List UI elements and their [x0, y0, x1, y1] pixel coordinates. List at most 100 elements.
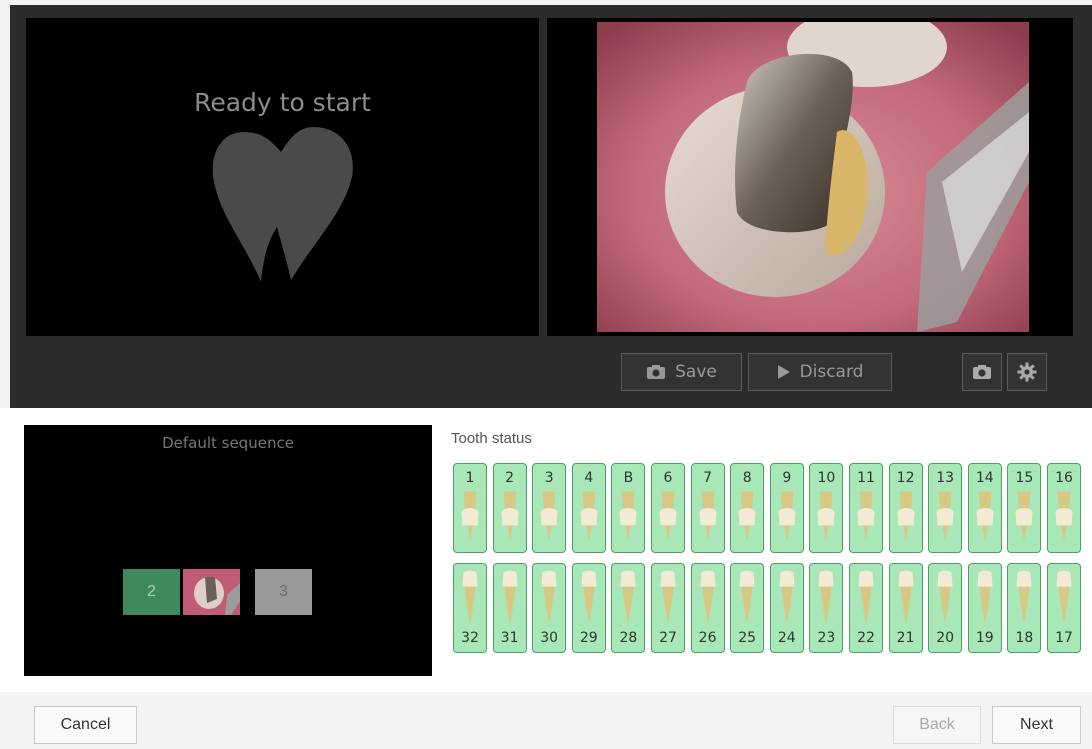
tooth-number: 20 — [936, 630, 955, 646]
tooth-29[interactable]: 29 — [571, 563, 606, 653]
tooth-icon — [1015, 491, 1033, 541]
tooth-26[interactable]: 26 — [690, 563, 725, 653]
tooth-icon — [620, 570, 636, 625]
back-button[interactable]: Back — [893, 706, 981, 744]
sequence-thumbnail[interactable] — [183, 569, 240, 615]
tooth-24[interactable]: 24 — [769, 563, 804, 653]
tooth-12[interactable]: 12 — [888, 463, 923, 553]
tooth-icon — [857, 491, 875, 541]
discard-button[interactable]: Discard — [748, 353, 892, 391]
tooth-number: 22 — [857, 630, 875, 646]
tooth-icon — [580, 491, 598, 541]
tooth-4[interactable]: 4 — [571, 463, 606, 553]
settings-button[interactable] — [1007, 353, 1047, 391]
tooth-icon — [660, 570, 676, 625]
save-button[interactable]: Save — [621, 353, 742, 391]
tooth-27[interactable]: 27 — [651, 563, 685, 653]
intraoral-photo — [597, 22, 1029, 332]
tooth-icon — [541, 570, 557, 625]
tooth-11[interactable]: 11 — [849, 463, 883, 553]
tooth-B[interactable]: B — [611, 463, 646, 553]
tooth-3[interactable]: 3 — [532, 463, 567, 553]
tooth-number: 14 — [975, 470, 994, 486]
sequence-item[interactable]: 2 — [123, 569, 180, 615]
tooth-number: 27 — [659, 630, 677, 646]
tooth-number: 13 — [936, 470, 955, 486]
tooth-icon — [897, 491, 915, 541]
tooth-number: 32 — [461, 630, 479, 646]
tooth-number: 24 — [777, 630, 796, 646]
tooth-21[interactable]: 21 — [888, 563, 923, 653]
play-icon — [777, 365, 790, 379]
tooth-22[interactable]: 22 — [849, 563, 883, 653]
tooth-7[interactable]: 7 — [690, 463, 725, 553]
live-preview-pane: Ready to start — [26, 18, 539, 336]
cancel-button[interactable]: Cancel — [34, 706, 137, 744]
tooth-icon — [581, 570, 597, 625]
tooth-30[interactable]: 30 — [532, 563, 567, 653]
tooth-15[interactable]: 15 — [1007, 463, 1042, 553]
tooth-icon — [936, 491, 954, 541]
tooth-8[interactable]: 8 — [730, 463, 765, 553]
tooth-32[interactable]: 32 — [453, 563, 487, 653]
tooth-19[interactable]: 19 — [967, 563, 1002, 653]
tooth-9[interactable]: 9 — [769, 463, 804, 553]
tooth-number: 2 — [505, 470, 515, 486]
gear-icon — [1017, 362, 1037, 382]
tooth-14[interactable]: 14 — [967, 463, 1002, 553]
tooth-icon — [858, 570, 874, 625]
tooth-icon — [977, 570, 993, 625]
tooth-icon — [659, 491, 677, 541]
tooth-number: 28 — [619, 630, 638, 646]
tooth-20[interactable]: 20 — [928, 563, 963, 653]
tooth-icon — [699, 491, 717, 541]
tooth-number: 7 — [703, 470, 713, 486]
tooth-number: 26 — [698, 630, 717, 646]
tooth-icon — [501, 491, 519, 541]
discard-label: Discard — [799, 362, 864, 382]
tooth-logo-icon — [212, 127, 353, 282]
tooth-icon — [462, 570, 478, 625]
tooth-icon — [738, 491, 756, 541]
tooth-1[interactable]: 1 — [453, 463, 487, 553]
save-label: Save — [675, 362, 717, 382]
tooth-icon — [818, 570, 834, 625]
tooth-number: B — [623, 470, 634, 486]
tooth-number: 31 — [500, 630, 519, 646]
tooth-number: 23 — [817, 630, 836, 646]
tooth-16[interactable]: 16 — [1047, 463, 1081, 553]
capture-button[interactable] — [962, 353, 1002, 391]
tooth-number: 4 — [584, 470, 594, 486]
tooth-icon — [1056, 570, 1072, 625]
footer: Cancel Back Next — [0, 692, 1092, 749]
next-button[interactable]: Next — [992, 706, 1081, 744]
tooth-number: 9 — [782, 470, 792, 486]
tooth-icon — [778, 491, 796, 541]
tooth-icon — [1016, 570, 1032, 625]
tooth-icon — [937, 570, 953, 625]
tooth-10[interactable]: 10 — [809, 463, 844, 553]
tooth-number: 8 — [742, 470, 752, 486]
tooth-17[interactable]: 17 — [1047, 563, 1081, 653]
tooth-number: 25 — [738, 630, 757, 646]
tooth-13[interactable]: 13 — [928, 463, 963, 553]
camera-icon — [647, 365, 666, 379]
tooth-number: 12 — [896, 470, 915, 486]
sequence-item[interactable]: 3 — [255, 569, 312, 615]
tooth-icon — [976, 491, 994, 541]
tooth-number: 10 — [817, 470, 836, 486]
captured-image-pane — [547, 18, 1073, 336]
sequence-panel: Default sequence 2 3 Tooth status 1234B6… — [0, 408, 1092, 692]
tooth-28[interactable]: 28 — [611, 563, 646, 653]
tooth-number: 15 — [1015, 470, 1034, 486]
tooth-31[interactable]: 31 — [492, 563, 527, 653]
tooth-6[interactable]: 6 — [651, 463, 685, 553]
tooth-icon — [817, 491, 835, 541]
tooth-18[interactable]: 18 — [1007, 563, 1042, 653]
tooth-number: 18 — [1015, 630, 1034, 646]
camera-icon — [973, 365, 991, 379]
tooth-number: 6 — [663, 470, 673, 486]
tooth-25[interactable]: 25 — [730, 563, 765, 653]
tooth-2[interactable]: 2 — [492, 463, 527, 553]
tooth-23[interactable]: 23 — [809, 563, 844, 653]
